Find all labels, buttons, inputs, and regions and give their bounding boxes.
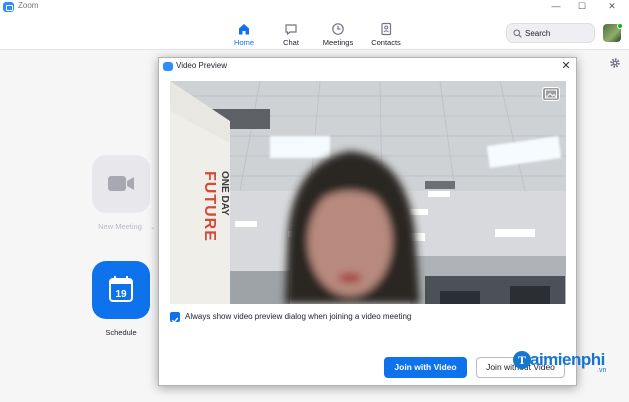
maximize-button[interactable]: ☐ [570,0,594,14]
search-icon [513,29,522,38]
chat-icon [285,24,297,36]
new-meeting-button[interactable] [92,155,150,213]
camera-feed-image: FUTURE ONE DAY [170,81,566,304]
online-status-dot [617,23,623,29]
watermark-letter: T [513,351,531,369]
search-input[interactable] [525,27,591,40]
home-icon [239,24,249,35]
clock-icon [332,23,344,35]
close-window-button[interactable]: ✕ [600,0,624,14]
tab-home[interactable]: Home [219,22,269,47]
close-icon[interactable]: ✕ [559,59,573,73]
zoom-logo-icon [163,62,173,71]
tab-contacts-label: Contacts [371,38,401,47]
contacts-icon [381,22,392,36]
tab-meetings[interactable]: Meetings [313,22,363,47]
schedule-label: Schedule [105,328,137,337]
zoom-logo-icon [3,2,14,12]
video-preview: FUTURE ONE DAY [170,81,566,304]
tab-chat-label: Chat [283,38,299,47]
top-nav: Home Chat Meetings Contacts [0,14,629,50]
join-with-video-button[interactable]: Join with Video [384,357,467,378]
tab-meetings-label: Meetings [322,38,354,47]
poster-text-2: ONE DAY [219,171,230,216]
video-preview-dialog: Video Preview ✕ FUTURE ONE DAY Always sh… [158,57,577,386]
always-show-preview-checkbox[interactable] [170,312,180,324]
video-camera-icon [108,176,134,191]
minimize-button[interactable]: — [544,0,568,14]
search-box[interactable] [506,23,595,43]
calendar-day: 19 [115,289,127,300]
watermark-logo: T aimienphi .vn [513,350,623,379]
dialog-title: Video Preview [176,61,227,70]
poster-text: FUTURE [201,171,218,242]
tab-chat[interactable]: Chat [266,22,316,47]
tab-home-label: Home [233,38,254,47]
calendar-icon: 19 [109,276,133,302]
new-meeting-label: New Meeting [98,222,142,231]
schedule-button[interactable]: 19 [92,261,150,319]
app-title: Zoom [18,1,39,10]
watermark-suffix: .vn [597,367,607,374]
gear-icon[interactable] [609,57,621,69]
watermark-text: aimienphi [530,350,605,369]
chevron-down-icon[interactable]: ⌄ [150,223,156,231]
always-show-preview-label: Always show video preview dialog when jo… [185,312,412,321]
title-bar: Zoom — ☐ ✕ [0,0,629,14]
picture-icon[interactable] [542,87,560,101]
checkmark-icon [171,317,179,324]
tab-contacts[interactable]: Contacts [361,22,411,47]
